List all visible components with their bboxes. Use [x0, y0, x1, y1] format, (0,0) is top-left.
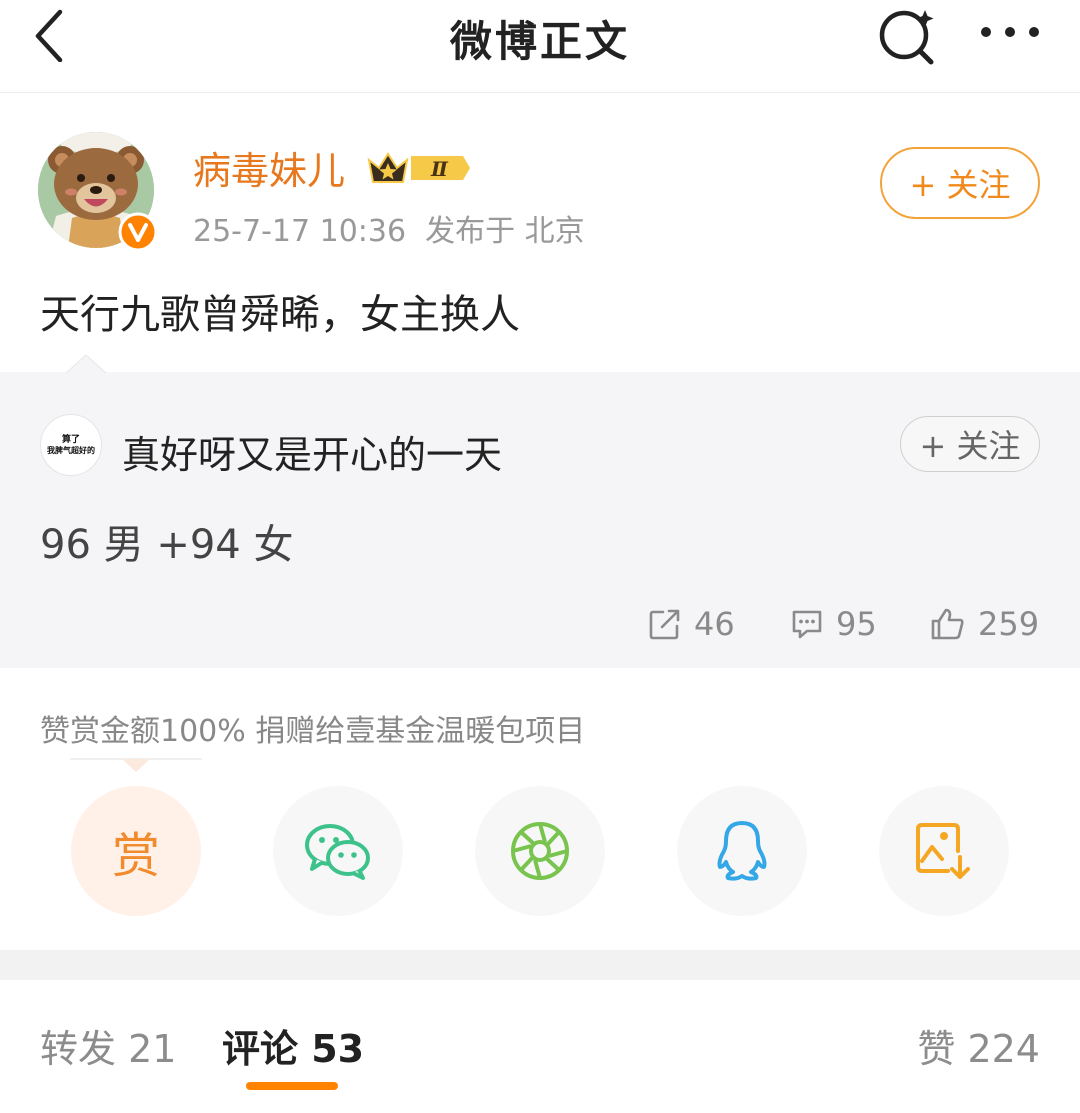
like-count: 259 — [978, 605, 1040, 643]
save-image-button[interactable] — [879, 786, 1009, 916]
share-moments-button[interactable] — [475, 786, 605, 916]
like-count-button[interactable]: 259 — [930, 602, 1039, 646]
more-options-button[interactable] — [976, 14, 1044, 50]
repost-count-button[interactable]: 46 — [648, 602, 735, 646]
post-text: 天行九歌曾舜晞，女主换人 — [40, 292, 520, 338]
comment-count-button[interactable]: 95 — [790, 602, 877, 646]
tab-comments[interactable]: 评论 53 — [222, 1018, 364, 1073]
wechat-icon — [305, 824, 370, 880]
tab-likes[interactable]: 赞 224 — [917, 1018, 1040, 1073]
avatar-text-line-1: 算了 — [61, 435, 80, 446]
crown-level-badge[interactable]: Ⅱ — [367, 148, 471, 188]
comment-icon — [792, 610, 822, 639]
crown-icon: Ⅱ — [367, 152, 470, 183]
save-image-icon — [916, 823, 970, 879]
avatar-text-line-2: 我脾气超好的 — [47, 445, 95, 455]
tab-reposts[interactable]: 转发 21 — [40, 1018, 176, 1073]
qq-icon — [717, 821, 767, 881]
reward-info-text: 赞赏金额100% 捐赠给壹基金温暖包项目 — [40, 714, 586, 749]
verified-badge-icon — [118, 212, 158, 252]
repost-icon — [649, 609, 680, 640]
level-text: Ⅱ — [430, 157, 449, 181]
thumbs-up-icon — [931, 608, 964, 640]
more-dots-icon — [981, 27, 1039, 37]
moments-icon — [511, 822, 569, 880]
section-divider — [0, 950, 1080, 980]
quote-follow-button[interactable]: + 关注 — [900, 416, 1040, 472]
author-name[interactable]: 病毒妹儿 — [193, 140, 345, 195]
quote-text: 96 男 +94 女 — [40, 522, 294, 568]
comment-count: 95 — [836, 605, 877, 643]
share-wechat-button[interactable] — [273, 786, 403, 916]
search-button[interactable] — [876, 4, 938, 66]
quote-author-avatar[interactable]: 算了 我脾气超好的 — [40, 414, 102, 476]
quote-pointer — [65, 354, 107, 374]
search-icon — [879, 10, 934, 65]
repost-count: 46 — [694, 605, 735, 643]
post-meta: 25-7-17 10:36 发布于 北京 — [193, 214, 585, 249]
share-qq-button[interactable] — [677, 786, 807, 916]
reward-button[interactable]: 赏 — [71, 786, 201, 916]
quote-author-name[interactable]: 真好呀又是开心的一天 — [122, 424, 502, 479]
active-tab-indicator — [246, 1082, 338, 1090]
reward-pointer — [70, 756, 202, 774]
follow-button[interactable]: + 关注 — [880, 147, 1040, 219]
reward-icon: 赏 — [111, 828, 160, 884]
